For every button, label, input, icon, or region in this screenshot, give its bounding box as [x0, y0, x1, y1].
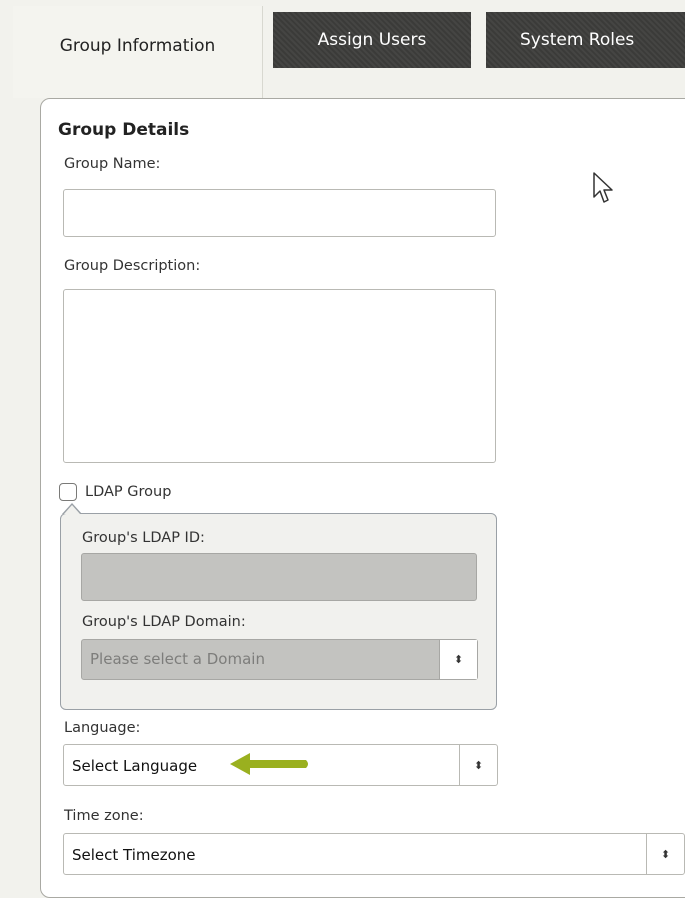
language-label: Language:	[64, 720, 141, 736]
select-arrows-icon: ⬍	[439, 640, 477, 679]
group-name-input[interactable]	[63, 189, 496, 237]
timezone-select[interactable]: Select Timezone ⬍	[63, 833, 685, 875]
ldap-domain-select[interactable]: Please select a Domain ⬍	[81, 639, 478, 680]
group-description-textarea[interactable]	[63, 289, 496, 463]
select-arrows-icon: ⬍	[459, 745, 497, 785]
tab-bar: Group Information Assign Users System Ro…	[0, 0, 685, 98]
section-title: Group Details	[58, 120, 190, 140]
tab-label: Group Information	[59, 36, 216, 56]
language-selected-value: Select Language	[72, 757, 198, 775]
tab-label: System Roles	[520, 30, 635, 50]
ldap-group-checkbox[interactable]	[59, 483, 77, 501]
tab-label: Assign Users	[317, 30, 427, 50]
tab-assign-users[interactable]: Assign Users	[273, 12, 471, 68]
timezone-label: Time zone:	[64, 808, 144, 824]
select-arrows-icon: ⬍	[646, 834, 684, 874]
group-name-label: Group Name:	[64, 156, 161, 172]
mouse-cursor-icon	[593, 172, 613, 203]
ldap-id-label: Group's LDAP ID:	[82, 530, 205, 546]
tab-system-roles[interactable]: System Roles	[486, 12, 685, 68]
tab-group-information[interactable]: Group Information	[13, 6, 263, 98]
ldap-group-label: LDAP Group	[85, 484, 172, 500]
ldap-id-input[interactable]	[81, 553, 477, 601]
ldap-domain-label: Group's LDAP Domain:	[82, 614, 246, 630]
group-description-label: Group Description:	[64, 258, 201, 274]
timezone-selected-value: Select Timezone	[72, 846, 196, 864]
pointer-arrow-annotation	[230, 753, 308, 775]
ldap-domain-placeholder: Please select a Domain	[90, 650, 265, 668]
